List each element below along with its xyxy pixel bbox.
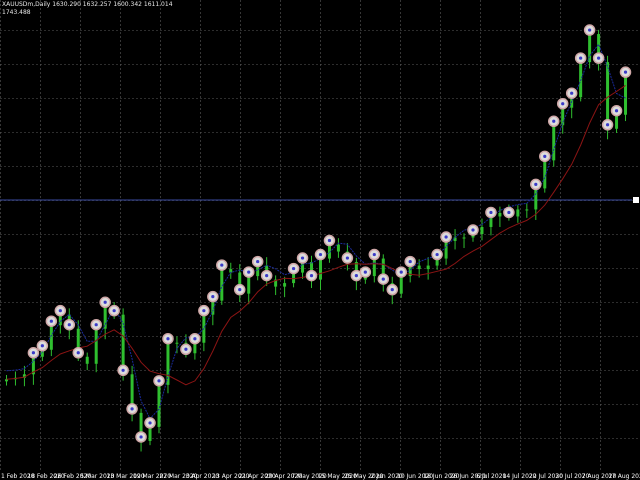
signal-marker-dot [220, 263, 224, 267]
signal-marker-dot [597, 56, 601, 60]
signal-marker-dot [363, 270, 367, 274]
candles [4, 25, 628, 452]
horizontal-line-handle[interactable] [633, 197, 639, 203]
signal-marker-dot [579, 56, 583, 60]
signal-marker-dot [211, 295, 215, 299]
signal-marker-dot [605, 123, 610, 127]
signal-marker-dot [318, 252, 323, 257]
signal-marker-dot [166, 337, 170, 341]
candle-body [175, 342, 179, 344]
candle-body [543, 160, 547, 189]
signal-markers [27, 24, 632, 443]
signal-marker-dot [408, 259, 412, 264]
signal-marker-dot [130, 407, 134, 411]
candle-body [336, 244, 340, 252]
signal-marker-dot [381, 277, 385, 281]
signal-marker-dot [435, 252, 439, 257]
signal-marker-dot [345, 256, 349, 260]
signal-marker-dot [31, 351, 35, 355]
signal-marker-dot [103, 300, 107, 304]
date-axis-label: 17 Aug 2020 [608, 473, 640, 480]
signal-marker-dot [309, 274, 314, 278]
signal-marker-dot [139, 435, 143, 439]
signal-marker-dot [58, 309, 62, 313]
candle-body [318, 258, 322, 280]
candle-body [480, 226, 484, 234]
signal-marker-dot [49, 319, 53, 323]
signal-marker-dot [148, 421, 152, 425]
ma-slow-line [6, 84, 626, 386]
signal-marker-dot [247, 270, 251, 274]
candle-body [103, 306, 107, 329]
signal-marker-dot [543, 154, 547, 158]
signal-marker-dot [354, 274, 358, 278]
signal-marker-dot [507, 210, 511, 215]
candle-body [525, 209, 529, 211]
candle-body [283, 283, 287, 287]
signal-marker-dot [623, 70, 628, 74]
symbol-info: XAUUSDm,Daily 1630.290 1632.257 1600.342… [2, 1, 173, 8]
candle-body [606, 62, 610, 129]
signal-marker-dot [444, 235, 448, 239]
signal-marker-dot [184, 347, 188, 351]
ma-fast-line [6, 43, 626, 420]
signal-marker-dot [265, 274, 269, 278]
candle-body [615, 114, 619, 129]
candle-body [444, 241, 448, 259]
signal-marker-dot [67, 323, 71, 327]
signal-marker-dot [94, 323, 98, 327]
signal-marker-dot [588, 28, 592, 32]
candle-body [247, 276, 251, 294]
signal-marker-dot [390, 288, 394, 292]
candle-body [49, 325, 53, 350]
signal-marker-dot [372, 252, 376, 257]
signal-marker-dot [76, 351, 80, 355]
candle-body [516, 209, 520, 217]
signal-marker-dot [614, 109, 619, 113]
candle-body [157, 384, 161, 427]
candle-body [148, 426, 152, 441]
candle-body [624, 76, 628, 115]
signal-marker-dot [399, 270, 403, 274]
candle-body [561, 107, 565, 126]
signal-marker-dot [157, 379, 161, 383]
candle-body [462, 237, 466, 239]
signal-marker-dot [193, 337, 197, 341]
price-chart[interactable]: 1 Feb 202018 Feb 202026 Feb 20205 Mar 20… [0, 0, 640, 480]
candle-body [426, 265, 430, 270]
signal-marker-dot [534, 182, 538, 186]
signal-marker-dot [327, 238, 332, 243]
indicator-value: 1743.488 [2, 9, 31, 16]
signal-marker-dot [570, 91, 574, 95]
signal-marker-dot [471, 228, 475, 232]
signal-marker-dot [40, 344, 44, 348]
grid [0, 0, 640, 470]
candle-body [399, 276, 403, 294]
signal-marker-dot [561, 102, 565, 106]
signal-marker-dot [238, 288, 242, 292]
signal-marker-dot [489, 210, 493, 215]
signal-marker-dot [300, 256, 305, 260]
signal-marker-dot [256, 259, 260, 264]
signal-marker-dot [112, 309, 116, 313]
candle-body [417, 265, 421, 270]
signal-marker-dot [552, 119, 556, 123]
signal-marker-dot [291, 266, 296, 271]
candle-body [372, 258, 376, 277]
chart-window[interactable]: 1 Feb 2020 18 Feb 2020 26 Feb 2020 5 Mar 20… [0, 0, 640, 480]
signal-marker-dot [202, 309, 206, 313]
date-axis: 1 Feb 202018 Feb 202026 Feb 20205 Mar 20… [1, 473, 640, 480]
candle-body [85, 356, 89, 364]
candle-body [498, 212, 502, 217]
candle-body [94, 328, 98, 364]
signal-marker-dot [121, 368, 125, 372]
candle-body [552, 125, 556, 161]
